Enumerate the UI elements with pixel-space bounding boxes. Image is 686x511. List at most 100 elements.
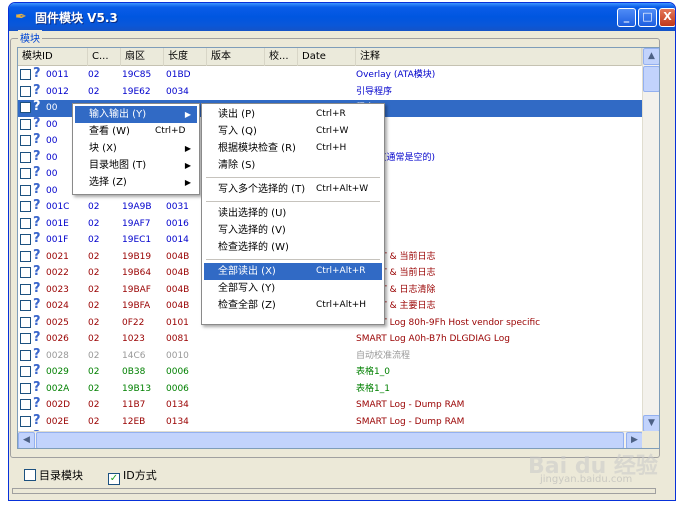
question-icon: ? [33,379,41,395]
table-row[interactable]: ? 0028 02 14C6 0010 自动校准流程 [18,347,642,365]
row-checkbox[interactable] [20,333,31,344]
row-checkbox[interactable] [20,85,31,97]
menu-item-label: 读出 (P) [218,109,256,120]
submenu-item[interactable]: 根据模块检查 (R) Ctrl+H [204,140,382,157]
row-checkbox[interactable] [20,366,31,377]
vertical-scrollbar[interactable]: ▲ ▼ [642,48,659,432]
cell-sector: 19EC1 [122,235,152,245]
row-checkbox[interactable] [20,217,31,229]
row-checkbox[interactable] [20,382,31,394]
submenu-item[interactable]: 读出 (P) Ctrl+R [204,106,382,123]
cell-id: 002E [46,416,69,427]
checkmark-icon[interactable]: ✓ [108,473,120,485]
cell-c: 02 [88,416,100,427]
context-menu-item[interactable]: 输入输出 (Y) ▶ [75,106,197,123]
row-checkbox[interactable] [20,415,31,427]
dir-module-checkbox[interactable]: 目录模块 [24,468,83,484]
table-row[interactable]: ? 002D 02 11B7 0134 SMART Log - Dump RAM [18,396,642,414]
col-header-c[interactable]: C... [88,48,121,66]
cell-length: 0010 [166,350,189,361]
context-menu-item[interactable]: 目录地图 (T) ▶ [75,157,197,174]
col-header-version[interactable]: 版本 [207,48,265,66]
row-checkbox[interactable] [20,399,31,410]
maximize-button[interactable]: □ [638,8,657,27]
row-checkbox[interactable] [20,69,31,80]
id-mode-checkbox[interactable]: ✓ ID方式 [108,468,157,485]
table-row[interactable]: ? 002E 02 12EB 0134 SMART Log - Dump RAM [18,413,642,431]
cell-length: 01BD [166,70,191,80]
menu-item-shortcut: Ctrl+Alt+R [316,266,366,276]
cell-length: 0081 [166,334,189,344]
checkbox-box[interactable] [24,469,36,481]
hscroll-thumb[interactable] [36,432,624,448]
row-checkbox[interactable] [20,151,31,163]
submenu-item[interactable]: 清除 (S) [204,157,382,174]
table-row[interactable]: ? 0012 02 19E62 0034 引导程序 [18,83,642,101]
scroll-down-icon[interactable]: ▼ [643,415,659,432]
question-icon: ? [33,198,41,213]
cell-sector: 19A9B [122,202,152,212]
submenu-item[interactable]: 读出选择的 (U) [204,205,382,222]
menu-item-label: 全部写入 (Y) [218,283,276,294]
menu-separator [206,259,380,260]
submenu-item[interactable]: 写入 (Q) Ctrl+W [204,123,382,140]
scroll-left-icon[interactable]: ◀ [18,432,35,448]
scroll-thumb[interactable] [643,66,659,92]
list-header: 模块ID C... 扇区 长度 版本 校... Date 注释 [18,48,642,66]
context-menu-item[interactable]: 块 (X) ▶ [75,140,197,157]
col-header-date[interactable]: Date [298,48,356,66]
scroll-up-icon[interactable]: ▲ [643,48,659,65]
question-icon: ? [33,99,41,114]
cell-sector: 19BFA [122,301,151,311]
cell-id: 0026 [46,334,69,344]
row-checkbox[interactable] [20,316,31,328]
close-button[interactable]: X [659,8,675,27]
question-icon: ? [33,280,41,296]
row-checkbox[interactable] [20,283,31,295]
col-header-sector[interactable]: 扇区 [121,48,164,66]
col-header-checksum[interactable]: 校... [265,48,298,66]
row-checkbox[interactable] [20,300,31,311]
submenu-item[interactable]: 检查选择的 (W) [204,239,382,256]
row-checkbox[interactable] [20,234,31,245]
context-menu-item[interactable]: 选择 (Z) ▶ [75,174,197,191]
context-menu: 输入输出 (Y) ▶ 查看 (W) Ctrl+D 块 (X) ▶ 目录地图 (T) ▶ 选择 (… [72,103,200,195]
submenu-item[interactable]: 全部读出 (X) Ctrl+Alt+R [204,263,382,280]
submenu-item[interactable]: 检查全部 (Z) Ctrl+Alt+H [204,297,382,314]
menu-separator [206,177,380,178]
col-header-note[interactable]: 注释 [356,48,642,66]
horizontal-scrollbar[interactable]: ◀ ▶ [18,431,643,448]
table-row[interactable]: ? 0011 02 19C85 01BD Overlay (ATA模块) [18,66,642,84]
context-menu-item[interactable]: 查看 (W) Ctrl+D [75,123,197,140]
row-checkbox[interactable] [20,267,31,278]
cell-length: 0031 [166,202,189,212]
table-row[interactable]: ? 002A 02 19B13 0006 表格1_1 [18,379,642,398]
table-row[interactable]: ? 0029 02 0B38 0006 表格1_0 [18,363,642,381]
menu-item-shortcut: Ctrl+Alt+W [316,184,369,194]
row-checkbox[interactable] [20,168,31,179]
table-row[interactable]: ? 0026 02 1023 0081 SMART Log A0h-B7h DLGDIAG… [18,330,642,348]
submenu-item[interactable]: 写入选择的 (V) [204,222,382,239]
cell-id: 002D [46,400,71,410]
row-checkbox[interactable] [20,201,31,212]
minimize-button[interactable]: _ [617,8,636,27]
title-bar[interactable]: ✒ 固件模块 V5.3 _ □ X [9,3,675,31]
submenu-item[interactable]: 写入多个选择的 (T) Ctrl+Alt+W [204,181,382,198]
col-header-length[interactable]: 长度 [164,48,207,66]
submenu-item[interactable]: 全部写入 (Y) [204,280,382,297]
cell-c: 02 [88,284,100,295]
row-checkbox[interactable] [20,102,31,113]
row-checkbox[interactable] [20,135,31,146]
row-checkbox[interactable] [20,250,31,262]
col-header-id[interactable]: 模块ID [18,48,88,66]
row-checkbox[interactable] [20,118,31,130]
row-checkbox[interactable] [20,349,31,361]
scroll-right-icon[interactable]: ▶ [626,432,643,448]
cell-note: SMART Log - Dump RAM [356,416,465,427]
row-checkbox[interactable] [20,184,31,196]
menu-item-shortcut: Ctrl+W [316,126,349,136]
cell-c: 02 [88,350,100,361]
question-icon: ? [33,396,41,411]
question-icon: ? [33,264,41,279]
cell-c: 02 [88,235,100,245]
